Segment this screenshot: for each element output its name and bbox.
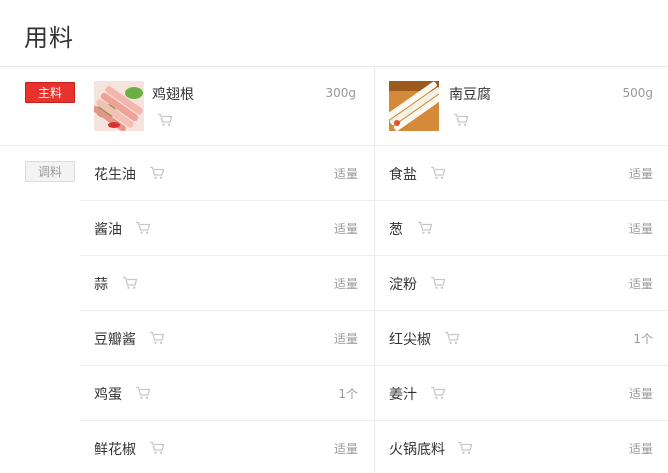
cart-icon[interactable] <box>417 221 433 235</box>
column-divider <box>374 66 375 473</box>
row-divider <box>80 420 374 421</box>
ingredient-qty: 300g <box>325 86 356 100</box>
main-ingredients-badge: 主料 <box>25 82 75 103</box>
cart-icon[interactable] <box>157 113 173 127</box>
ingredient-qty: 1个 <box>338 387 358 401</box>
cart-icon[interactable] <box>149 166 165 180</box>
cart-icon[interactable] <box>149 441 165 455</box>
ingredient-name[interactable]: 鸡翅根 <box>152 84 194 104</box>
ingredient-name[interactable]: 食盐 <box>389 164 417 184</box>
ingredient-name[interactable]: 淀粉 <box>389 274 417 294</box>
row-divider <box>80 310 374 311</box>
ingredient-qty: 适量 <box>628 277 653 291</box>
ingredient-qty: 适量 <box>628 222 653 236</box>
cart-icon[interactable] <box>135 221 151 235</box>
cart-icon[interactable] <box>430 166 446 180</box>
ingredient-name[interactable]: 南豆腐 <box>449 84 491 104</box>
cart-icon[interactable] <box>453 113 469 127</box>
page-title: 用料 <box>24 24 74 52</box>
ingredient-name[interactable]: 鸡蛋 <box>94 384 122 404</box>
cart-icon[interactable] <box>430 276 446 290</box>
row-divider <box>80 255 374 256</box>
ingredient-qty: 适量 <box>333 167 358 181</box>
cart-icon[interactable] <box>122 276 138 290</box>
cart-icon[interactable] <box>444 331 460 345</box>
ingredient-qty: 适量 <box>628 387 653 401</box>
tofu-image[interactable] <box>389 81 439 131</box>
ingredient-qty: 适量 <box>628 167 653 181</box>
cart-icon[interactable] <box>135 386 151 400</box>
row-divider <box>375 200 668 201</box>
ingredient-name[interactable]: 鲜花椒 <box>94 439 136 459</box>
ingredient-qty: 适量 <box>333 222 358 236</box>
row-divider <box>375 255 668 256</box>
row-divider <box>375 310 668 311</box>
ingredient-qty: 适量 <box>333 277 358 291</box>
seasoning-badge: 调料 <box>25 161 75 182</box>
divider <box>0 145 668 146</box>
ingredient-name[interactable]: 蒜 <box>94 274 108 294</box>
ingredient-name[interactable]: 红尖椒 <box>389 329 431 349</box>
ingredient-qty: 1个 <box>633 332 653 346</box>
divider <box>0 66 668 67</box>
cart-icon[interactable] <box>149 331 165 345</box>
ingredient-qty: 适量 <box>628 442 653 456</box>
row-divider <box>375 420 668 421</box>
cart-icon[interactable] <box>457 441 473 455</box>
ingredient-qty: 500g <box>622 86 653 100</box>
ingredient-name[interactable]: 姜汁 <box>389 384 417 404</box>
ingredient-name[interactable]: 酱油 <box>94 219 122 239</box>
chicken-wing-image[interactable] <box>94 81 144 131</box>
ingredient-name[interactable]: 火锅底料 <box>389 439 445 459</box>
row-divider <box>80 365 374 366</box>
cart-icon[interactable] <box>430 386 446 400</box>
ingredient-qty: 适量 <box>333 332 358 346</box>
ingredient-name[interactable]: 花生油 <box>94 164 136 184</box>
ingredient-qty: 适量 <box>333 442 358 456</box>
ingredient-name[interactable]: 豆瓣酱 <box>94 329 136 349</box>
row-divider <box>80 200 374 201</box>
ingredient-name[interactable]: 葱 <box>389 219 403 239</box>
row-divider <box>375 365 668 366</box>
